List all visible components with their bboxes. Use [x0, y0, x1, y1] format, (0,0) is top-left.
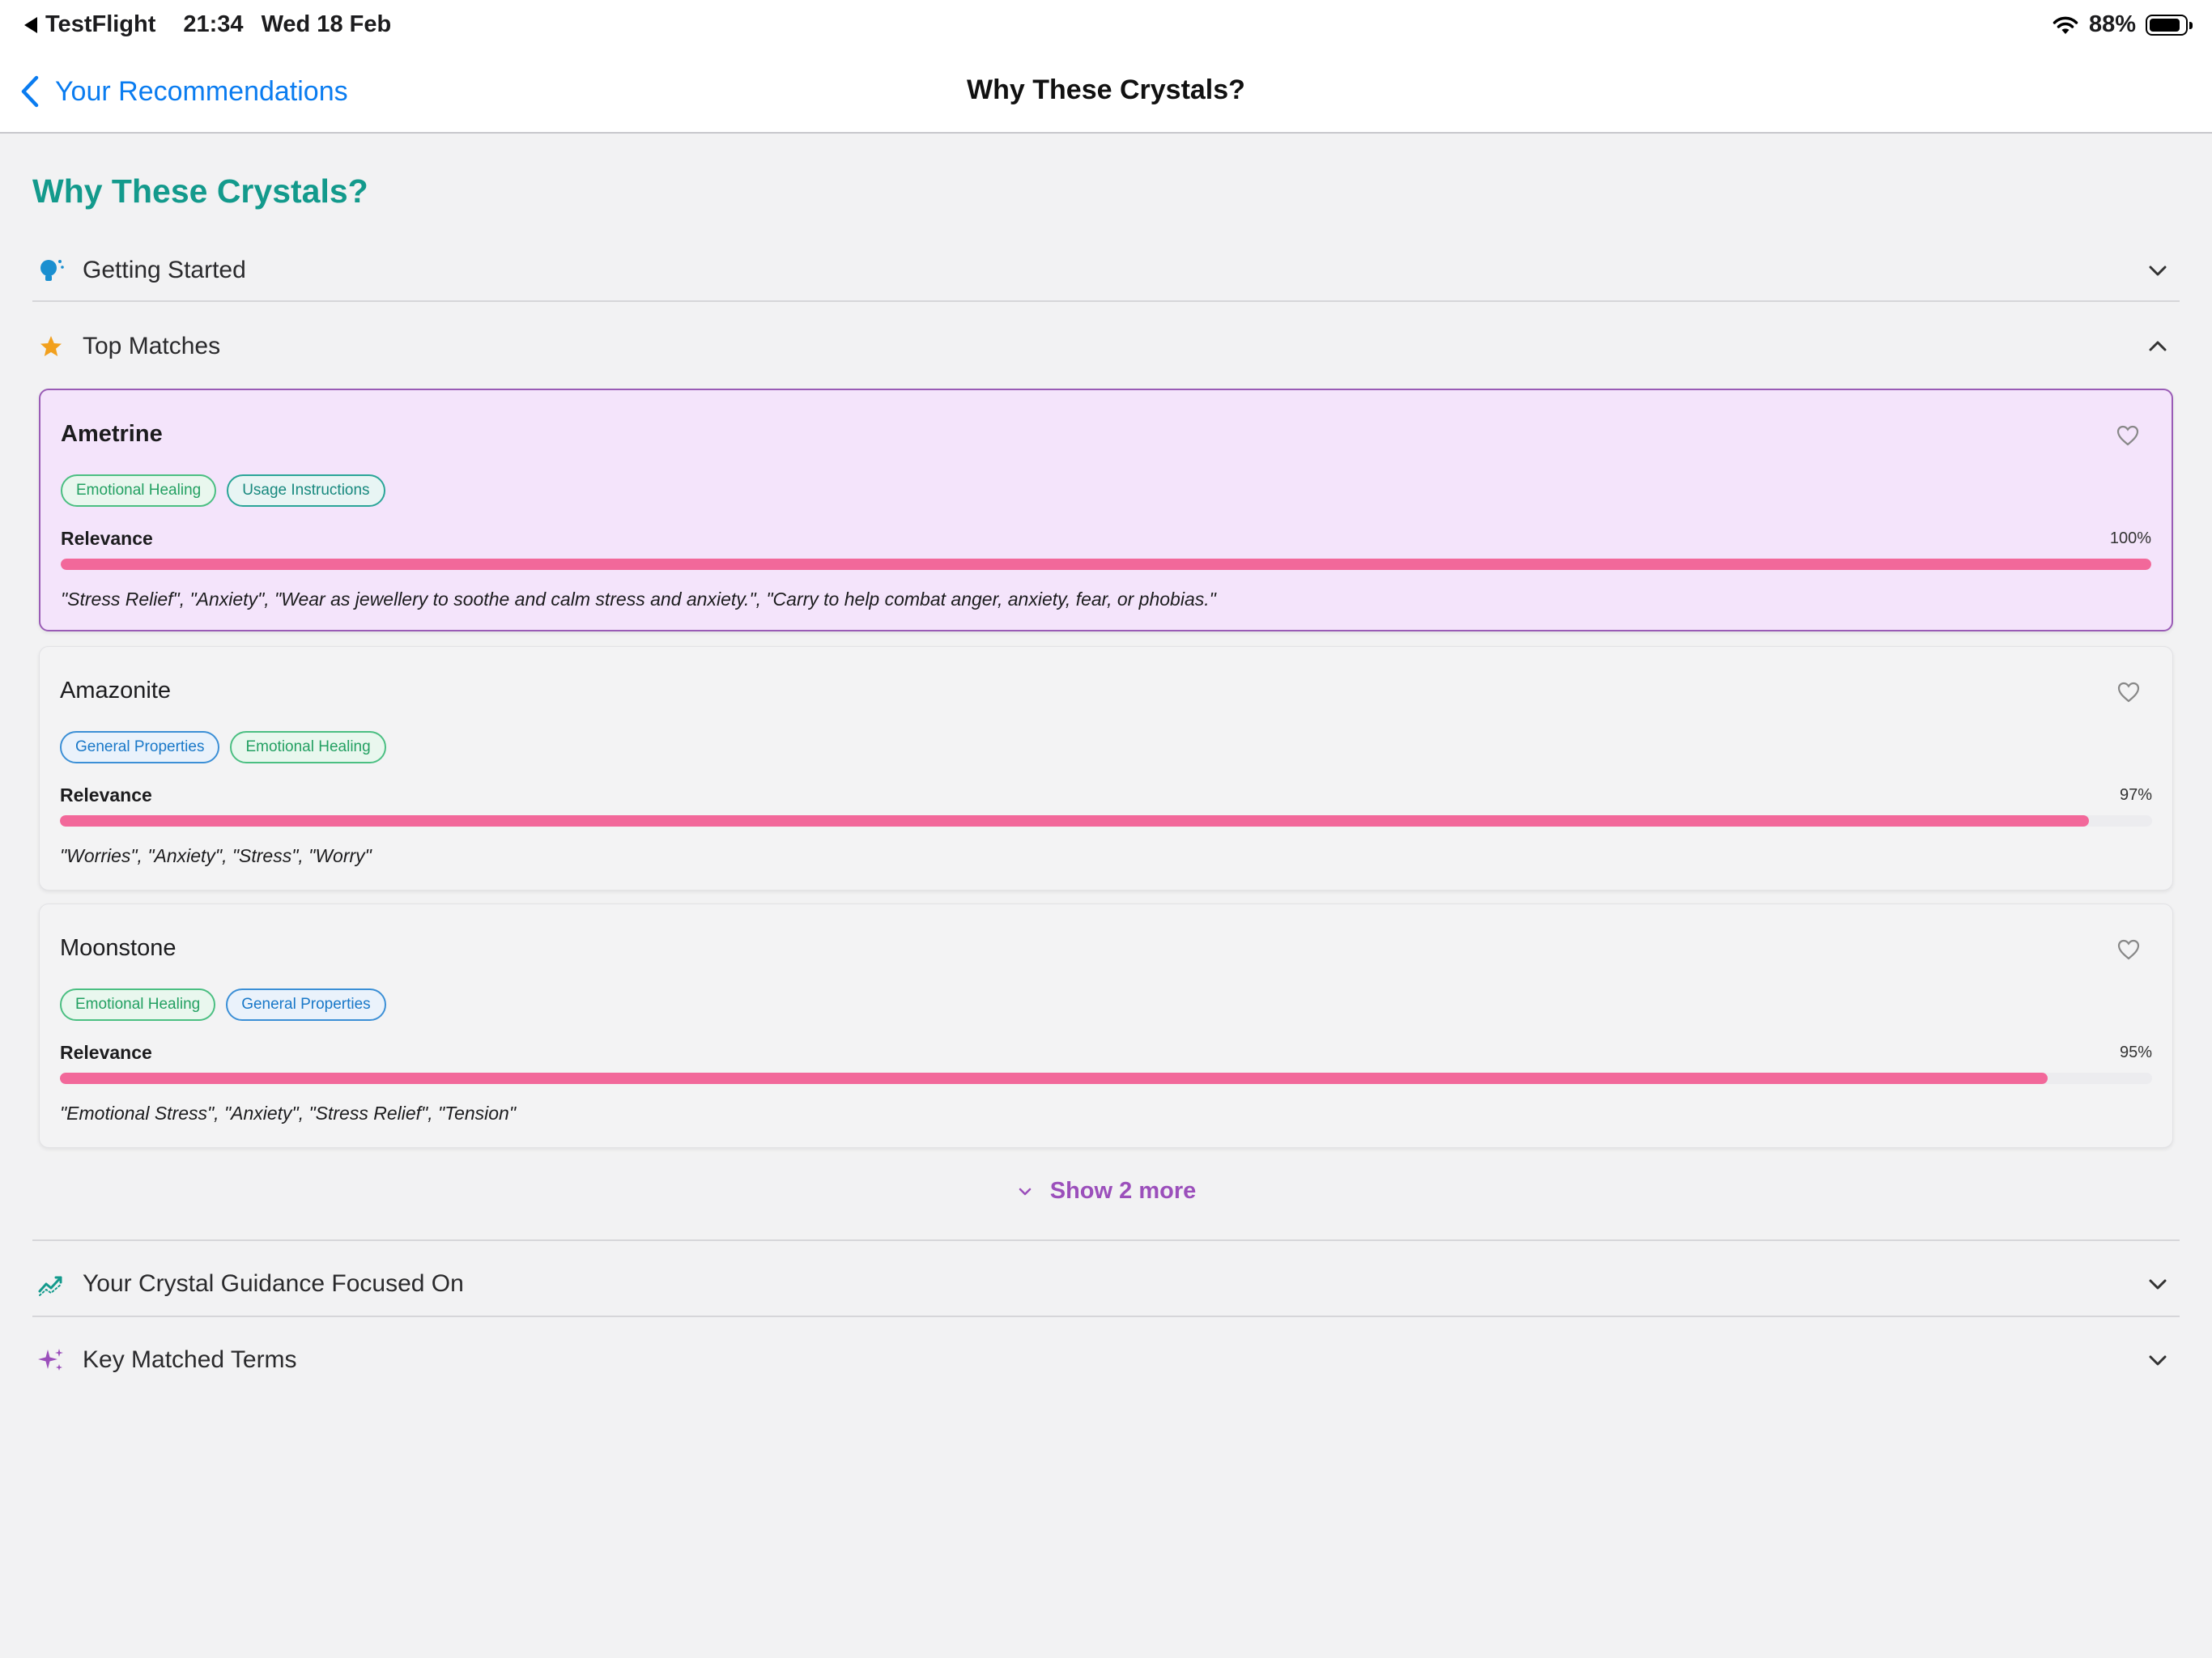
relevance-label: Relevance	[61, 528, 153, 549]
page-heading: Why These Crystals?	[32, 172, 368, 210]
tag-general-properties: General Properties	[60, 731, 220, 763]
tag-general-properties: General Properties	[226, 988, 386, 1021]
battery-level	[2150, 18, 2180, 32]
section-guidance-focus[interactable]: Your Crystal Guidance Focused On	[32, 1246, 2180, 1322]
section-label-key-terms: Key Matched Terms	[83, 1346, 297, 1373]
tag-emotional-healing: Emotional Healing	[61, 474, 217, 507]
section-label-getting-started: Getting Started	[83, 257, 246, 283]
chevron-down-icon	[1019, 1188, 1031, 1195]
crystal-name: Amazonite	[60, 678, 172, 704]
sparkles-icon	[37, 1346, 65, 1374]
status-bar-right: 88%	[2052, 11, 2193, 38]
crystal-card-moonstone[interactable]: Moonstone Emotional Healing General Prop…	[39, 903, 2173, 1148]
status-time: 21:34	[183, 11, 244, 37]
trending-chart-icon	[37, 1270, 65, 1298]
nav-title: Why These Crystals?	[967, 74, 1245, 105]
chevron-up-icon[interactable]	[2144, 333, 2172, 360]
section-divider	[32, 1239, 2180, 1241]
navigation-bar: Your Recommendations Why These Crystals?	[0, 50, 2212, 134]
relevance-percent: 95%	[2119, 1044, 2152, 1061]
relevance-bar-fill	[60, 815, 2090, 827]
star-icon	[37, 333, 65, 360]
section-label-guidance-focus: Your Crystal Guidance Focused On	[83, 1270, 464, 1297]
matched-quote: "Worries", "Anxiety", "Stress", "Worry"	[60, 845, 372, 866]
heart-icon[interactable]	[2115, 423, 2141, 449]
relevance-label: Relevance	[60, 784, 152, 806]
battery-icon	[2146, 14, 2193, 36]
crystal-name: Ametrine	[61, 421, 163, 447]
crystal-name: Moonstone	[60, 935, 177, 961]
tag-usage-instructions: Usage Instructions	[227, 474, 385, 507]
relevance-label: Relevance	[60, 1042, 152, 1063]
back-to-app-label[interactable]: TestFlight	[45, 11, 155, 38]
section-top-matches[interactable]: Top Matches	[32, 308, 2180, 385]
status-bar-left: TestFlight 21:34 Wed 18 Feb	[24, 11, 391, 38]
relevance-bar-fill	[61, 559, 2151, 570]
wifi-icon	[2052, 16, 2078, 34]
show-more-button[interactable]: Show 2 more	[32, 1178, 2180, 1205]
tag-emotional-healing: Emotional Healing	[60, 988, 216, 1021]
relevance-bar-fill	[60, 1073, 2048, 1084]
section-label-top-matches: Top Matches	[83, 333, 221, 359]
relevance-percent: 97%	[2119, 786, 2152, 804]
tag-list: Emotional Healing Usage Instructions	[61, 474, 385, 507]
relevance-percent: 100%	[2109, 529, 2151, 547]
show-more-label: Show 2 more	[1049, 1178, 1197, 1204]
relevance-bar	[60, 1073, 2152, 1084]
crystal-card-ametrine[interactable]: Ametrine Emotional Healing Usage Instruc…	[39, 389, 2173, 631]
section-getting-started[interactable]: Getting Started	[32, 232, 2180, 308]
relevance-bar	[60, 815, 2152, 827]
back-to-app-icon[interactable]	[24, 16, 37, 33]
tag-list: Emotional Healing General Properties	[60, 988, 386, 1021]
tag-emotional-healing: Emotional Healing	[230, 731, 386, 763]
chevron-down-icon[interactable]	[2144, 1270, 2172, 1298]
heart-icon[interactable]	[2116, 937, 2142, 963]
tag-list: General Properties Emotional Healing	[60, 731, 386, 763]
matched-quote: "Emotional Stress", "Anxiety", "Stress R…	[60, 1103, 517, 1124]
relevance-bar	[61, 559, 2151, 570]
section-divider	[32, 1316, 2180, 1317]
chevron-down-icon[interactable]	[2144, 257, 2172, 284]
chevron-down-icon[interactable]	[2144, 1346, 2172, 1374]
status-bar: TestFlight 21:34 Wed 18 Feb 88%	[0, 0, 2212, 50]
crystal-card-amazonite[interactable]: Amazonite General Properties Emotional H…	[39, 646, 2173, 891]
section-divider	[32, 300, 2180, 302]
section-key-terms[interactable]: Key Matched Terms	[32, 1322, 2180, 1398]
matched-quote: "Stress Relief", "Anxiety", "Wear as jew…	[61, 589, 1216, 610]
battery-percent: 88%	[2088, 11, 2136, 37]
heart-icon[interactable]	[2116, 679, 2142, 705]
status-date: Wed 18 Feb	[261, 11, 392, 37]
lightbulb-icon	[37, 257, 65, 284]
